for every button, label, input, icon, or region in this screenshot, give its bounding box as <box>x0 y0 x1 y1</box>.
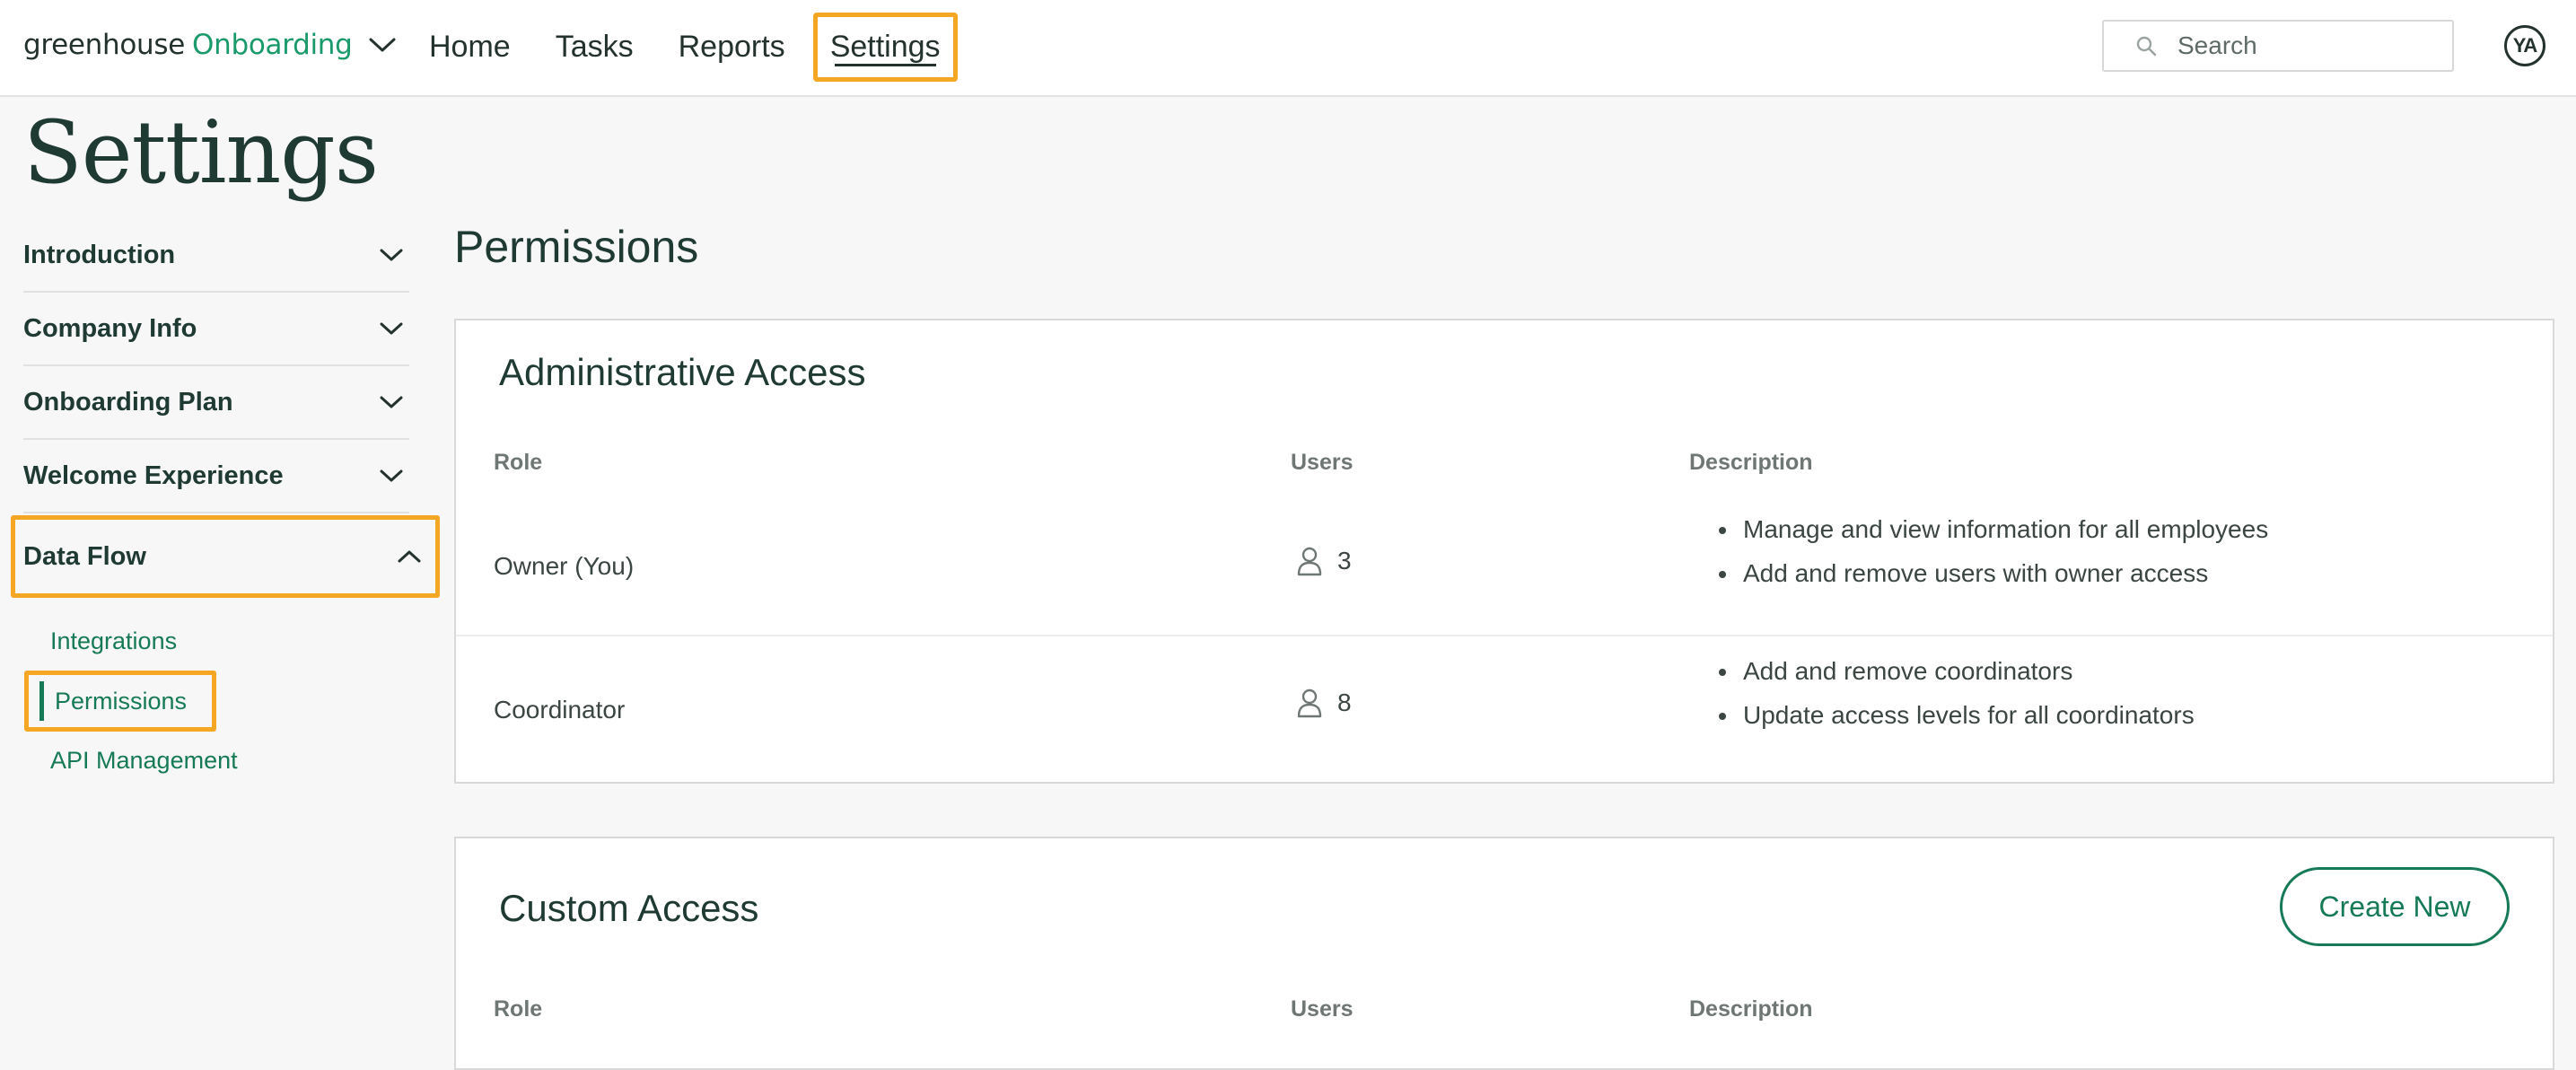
nav-item-reports[interactable]: Reports <box>679 30 785 65</box>
sidebar-section-label: Onboarding Plan <box>23 387 233 417</box>
card-title: Administrative Access <box>499 351 866 393</box>
sidebar-section-label: Data Flow <box>23 541 146 571</box>
sidebar-section-label: Welcome Experience <box>23 460 284 490</box>
settings-sidebar: Introduction Company Info Onboarding Pla… <box>11 219 440 790</box>
nav-item-settings[interactable]: Settings <box>812 12 958 82</box>
page-title: Settings <box>23 102 379 203</box>
brand-name: greenhouse <box>23 29 186 61</box>
user-count: 3 <box>1294 545 1352 577</box>
role-name: Coordinator <box>494 696 626 724</box>
sidebar-item-integrations[interactable]: Integrations <box>23 612 409 671</box>
user-count-value: 3 <box>1337 547 1352 574</box>
section-title: Permissions <box>454 222 699 272</box>
column-header-description: Description <box>1689 996 1813 1022</box>
nav-item-home[interactable]: Home <box>429 30 511 65</box>
chevron-up-icon <box>395 542 424 571</box>
column-header-users: Users <box>1291 996 1354 1022</box>
create-new-button[interactable]: Create New <box>2280 867 2510 946</box>
sidebar-section-welcome-experience[interactable]: Welcome Experience <box>23 440 409 513</box>
main-nav: Home Tasks Reports Settings <box>429 0 1003 93</box>
table-row: Coordinator 8 Add and remove coordinator… <box>456 638 2553 782</box>
column-header-role: Role <box>494 450 543 475</box>
role-description-item: Manage and view information for all empl… <box>1739 507 2268 551</box>
chevron-down-icon <box>377 388 406 417</box>
role-description-item: Add and remove users with owner access <box>1739 551 2268 595</box>
chevron-down-icon[interactable] <box>367 30 398 60</box>
user-count: 8 <box>1294 687 1352 719</box>
sidebar-section-company-info[interactable]: Company Info <box>23 293 409 366</box>
brand-product-name: Onboarding <box>192 29 353 61</box>
active-indicator <box>39 681 44 721</box>
search-box[interactable] <box>2102 20 2454 72</box>
administrative-access-card: Administrative Access Role Users Descrip… <box>454 319 2554 784</box>
user-count-value: 8 <box>1337 688 1352 716</box>
active-tab-underline <box>834 63 936 66</box>
product-switcher[interactable]: greenhouse Onboarding <box>23 20 398 70</box>
sidebar-section-introduction[interactable]: Introduction <box>23 219 409 293</box>
chevron-down-icon <box>377 241 406 269</box>
role-description-list: Manage and view information for all empl… <box>1709 507 2268 595</box>
column-header-description: Description <box>1689 450 1813 475</box>
custom-access-card: Custom Access Create New Role Users Desc… <box>454 837 2554 1070</box>
search-input[interactable] <box>2176 31 2431 61</box>
table-row: Owner (You) 3 Manage and view informatio… <box>456 500 2553 636</box>
card-title: Custom Access <box>499 887 759 929</box>
top-navigation-bar: greenhouse Onboarding Home Tasks Reports… <box>0 0 2576 97</box>
sidebar-item-permissions[interactable]: Permissions <box>24 671 216 732</box>
user-icon <box>1294 545 1325 577</box>
sidebar-section-onboarding-plan[interactable]: Onboarding Plan <box>23 366 409 440</box>
data-flow-subnav: Integrations Permissions API Management <box>23 612 409 790</box>
user-icon <box>1294 687 1325 719</box>
role-name: Owner (You) <box>494 552 635 580</box>
sidebar-section-data-flow[interactable]: Data Flow <box>11 515 440 598</box>
role-description-item: Update access levels for all coordinator… <box>1739 693 2195 737</box>
sidebar-item-label: Permissions <box>55 687 188 715</box>
chevron-down-icon <box>377 461 406 490</box>
sidebar-section-label: Company Info <box>23 313 197 343</box>
column-header-role: Role <box>494 996 543 1022</box>
nav-item-tasks[interactable]: Tasks <box>556 30 634 65</box>
user-avatar[interactable]: YA <box>2504 25 2545 66</box>
search-icon <box>2134 34 2158 57</box>
sidebar-section-label: Introduction <box>23 240 176 269</box>
chevron-down-icon <box>377 314 406 343</box>
role-description-list: Add and remove coordinators Update acces… <box>1709 649 2195 737</box>
column-header-users: Users <box>1291 450 1354 475</box>
nav-item-settings-label: Settings <box>829 29 941 64</box>
role-description-item: Add and remove coordinators <box>1739 649 2195 693</box>
sidebar-item-api-management[interactable]: API Management <box>23 732 409 790</box>
